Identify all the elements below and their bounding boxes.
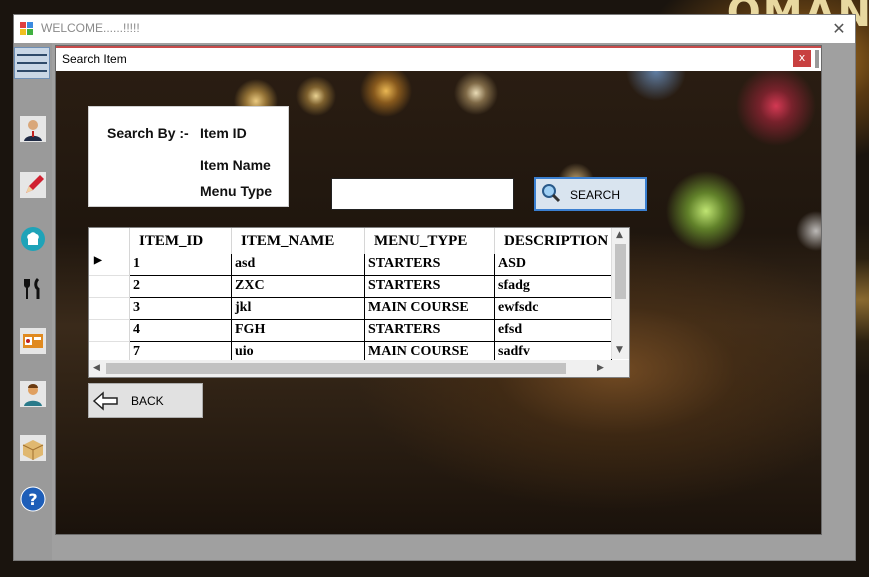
dialog-scrollbar[interactable]	[815, 50, 819, 68]
scroll-right-icon[interactable]: ▶	[597, 363, 604, 373]
table-cell[interactable]: ZXC	[232, 276, 365, 298]
table-cell[interactable]: STARTERS	[365, 254, 495, 276]
table-cell[interactable]: ASD	[495, 254, 612, 276]
search-button-label: SEARCH	[570, 188, 621, 202]
main-titlebar[interactable]: WELCOME......!!!!! ✕	[14, 15, 855, 43]
back-button[interactable]: BACK	[88, 383, 203, 418]
table-horizontal-scrollbar[interactable]: ◀ ▶	[89, 360, 629, 377]
table-cell[interactable]: MAIN COURSE	[365, 298, 495, 320]
search-by-label: Search By :-	[107, 125, 189, 141]
table-cell[interactable]: sfadg	[495, 276, 612, 298]
column-header-item-id[interactable]: ITEM_ID	[130, 228, 232, 254]
table-header: ITEM_ID ITEM_NAME MENU_TYPE DESCRIPTION	[89, 228, 612, 254]
vertical-scroll-thumb[interactable]	[615, 244, 626, 299]
menu-card-icon[interactable]	[19, 327, 47, 355]
scroll-left-icon[interactable]: ◀	[93, 363, 100, 373]
box-icon[interactable]	[19, 434, 47, 462]
search-option-item-id[interactable]: Item ID	[200, 125, 247, 141]
hamburger-line	[17, 70, 47, 72]
main-window: WELCOME......!!!!! ✕ ? Search Item x Sea…	[13, 14, 856, 561]
table-cell[interactable]: 1	[130, 254, 232, 276]
search-item-dialog: Search Item x Search By :- Item ID Item …	[55, 45, 822, 535]
sidebar: ?	[14, 43, 52, 560]
table-row[interactable]: ▶ 1 asd STARTERS ASD	[89, 254, 612, 276]
table-cell[interactable]: 3	[130, 298, 232, 320]
table-cell[interactable]: FGH	[232, 320, 365, 342]
items-table: ITEM_ID ITEM_NAME MENU_TYPE DESCRIPTION …	[88, 227, 630, 378]
dialog-titlebar[interactable]: Search Item x	[56, 46, 821, 71]
horizontal-scroll-thumb[interactable]	[106, 363, 566, 374]
column-header-item-name[interactable]: ITEM_NAME	[232, 228, 365, 254]
search-option-item-name[interactable]: Item Name	[200, 157, 271, 173]
row-selector[interactable]: ▶	[89, 254, 130, 276]
row-selector[interactable]	[89, 320, 130, 342]
table-row[interactable]: 3 jkl MAIN COURSE ewfsdc	[89, 298, 612, 320]
dialog-title: Search Item	[62, 52, 127, 66]
column-header-description[interactable]: DESCRIPTION	[495, 228, 612, 254]
fork-knife-icon[interactable]	[19, 275, 47, 303]
window-title: WELCOME......!!!!!	[41, 21, 140, 35]
table-cell[interactable]: 2	[130, 276, 232, 298]
row-header-corner	[89, 228, 130, 254]
search-button[interactable]: SEARCH	[534, 177, 647, 211]
table-cell[interactable]: jkl	[232, 298, 365, 320]
dialog-close-button[interactable]: x	[793, 50, 811, 67]
user-icon[interactable]	[19, 115, 47, 143]
staff-icon[interactable]	[19, 380, 47, 408]
app-icon	[20, 22, 34, 36]
column-header-menu-type[interactable]: MENU_TYPE	[365, 228, 495, 254]
search-by-panel: Search By :- Item ID Item Name Menu Type	[88, 106, 289, 207]
back-button-label: BACK	[131, 394, 164, 408]
table-cell[interactable]: ewfsdc	[495, 298, 612, 320]
dialog-background: Search By :- Item ID Item Name Menu Type…	[56, 71, 821, 534]
hamburger-line	[17, 54, 47, 56]
pen-icon[interactable]	[19, 171, 47, 199]
table-vertical-scrollbar[interactable]: ▲ ▼	[611, 228, 629, 359]
row-selector[interactable]	[89, 276, 130, 298]
chef-hat-icon[interactable]	[19, 225, 47, 253]
table-row[interactable]: 4 FGH STARTERS efsd	[89, 320, 612, 342]
back-arrow-icon	[92, 391, 118, 411]
help-icon[interactable]: ?	[19, 485, 47, 513]
table-cell[interactable]: asd	[232, 254, 365, 276]
magnifier-icon	[542, 184, 561, 203]
svg-text:?: ?	[28, 490, 37, 509]
close-icon[interactable]: ✕	[829, 19, 849, 39]
scroll-up-icon[interactable]: ▲	[616, 230, 623, 240]
current-row-arrow-icon: ▶	[94, 255, 102, 266]
table-cell[interactable]: efsd	[495, 320, 612, 342]
table-cell[interactable]: STARTERS	[365, 320, 495, 342]
scroll-down-icon[interactable]: ▼	[616, 345, 623, 355]
hamburger-line	[17, 62, 47, 64]
search-input[interactable]	[331, 178, 514, 210]
search-option-menu-type[interactable]: Menu Type	[200, 183, 272, 199]
table-row[interactable]: 2 ZXC STARTERS sfadg	[89, 276, 612, 298]
row-selector[interactable]	[89, 298, 130, 320]
hamburger-menu-button[interactable]	[14, 47, 50, 79]
table-cell[interactable]: STARTERS	[365, 276, 495, 298]
table-cell[interactable]: 4	[130, 320, 232, 342]
